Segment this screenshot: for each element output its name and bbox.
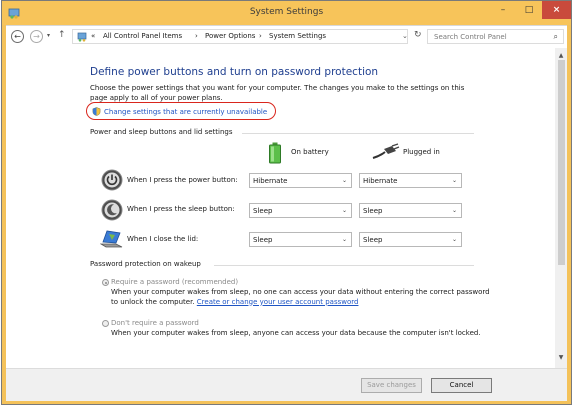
require-password-description: When your computer wakes from sleep, no … xyxy=(111,288,491,307)
footer-bar: Save changes Cancel xyxy=(6,368,567,401)
page-description: Choose the power settings that you want … xyxy=(90,84,465,102)
select-value: Hibernate xyxy=(363,177,398,185)
chevron-down-icon: ⌄ xyxy=(341,207,347,214)
sleep-button-battery-select[interactable]: Sleep ⌄ xyxy=(249,203,352,218)
no-password-radio[interactable] xyxy=(102,320,109,327)
no-password-label[interactable]: Don't require a password xyxy=(111,319,199,327)
chevron-down-icon: ⌄ xyxy=(341,236,347,243)
chevron-down-icon: ⌄ xyxy=(451,207,457,214)
close-lid-battery-select[interactable]: Sleep ⌄ xyxy=(249,232,352,247)
chevron-down-icon: ⌄ xyxy=(451,177,457,184)
chevron-down-icon: ⌄ xyxy=(451,236,457,243)
window-title: System Settings xyxy=(249,7,324,17)
scroll-up-icon[interactable]: ▲ xyxy=(555,52,567,59)
close-lid-plugged-select[interactable]: Sleep ⌄ xyxy=(359,232,462,247)
select-value: Sleep xyxy=(253,207,273,215)
on-battery-header: On battery xyxy=(291,148,329,156)
require-password-label[interactable]: Require a password (recommended) xyxy=(111,278,238,286)
content-pane: Define power buttons and turn on passwor… xyxy=(6,48,567,368)
up-arrow-icon[interactable]: ↑ xyxy=(58,30,66,40)
breadcrumb-separator[interactable]: › xyxy=(195,32,198,40)
sleep-button-label: When I press the sleep button: xyxy=(127,205,235,213)
create-password-link[interactable]: Create or change your user account passw… xyxy=(197,298,359,306)
chevron-down-icon[interactable]: ⌄ xyxy=(402,32,408,40)
vertical-scrollbar[interactable]: ▲ ▼ xyxy=(555,48,567,368)
battery-icon xyxy=(269,142,281,164)
chevron-down-icon: ⌄ xyxy=(341,177,347,184)
maximize-button[interactable]: □ xyxy=(516,1,542,19)
power-plug-icon xyxy=(372,143,400,159)
forward-button[interactable]: → xyxy=(30,30,43,43)
search-icon[interactable]: ⌕ xyxy=(554,32,558,42)
system-settings-window: System Settings – □ × ← → ▾ ↑ « All Cont… xyxy=(1,0,572,405)
address-bar[interactable]: « All Control Panel Items › Power Option… xyxy=(72,29,408,44)
title-bar[interactable]: System Settings – □ × xyxy=(2,1,571,25)
divider xyxy=(214,265,474,266)
power-button-plugged-select[interactable]: Hibernate ⌄ xyxy=(359,173,462,188)
power-button-battery-select[interactable]: Hibernate ⌄ xyxy=(249,173,352,188)
select-value: Hibernate xyxy=(253,177,288,185)
cancel-button[interactable]: Cancel xyxy=(431,378,492,393)
sleep-button-plugged-select[interactable]: Sleep ⌄ xyxy=(359,203,462,218)
breadcrumb-power-options[interactable]: Power Options xyxy=(205,32,255,40)
select-value: Sleep xyxy=(253,236,273,244)
navigation-bar: ← → ▾ ↑ « All Control Panel Items › Powe… xyxy=(6,25,567,49)
search-input[interactable]: Search Control Panel xyxy=(434,33,507,41)
refresh-icon[interactable]: ↻ xyxy=(414,30,422,40)
no-password-description: When your computer wakes from sleep, any… xyxy=(111,329,481,337)
recent-locations-icon[interactable]: ▾ xyxy=(47,32,50,39)
select-value: Sleep xyxy=(363,207,383,215)
minimize-button[interactable]: – xyxy=(490,1,516,19)
control-panel-icon xyxy=(77,32,87,42)
plugged-in-header: Plugged in xyxy=(403,148,440,156)
laptop-lid-icon xyxy=(100,230,123,248)
divider xyxy=(242,133,474,134)
select-value: Sleep xyxy=(363,236,383,244)
breadcrumb-system-settings[interactable]: System Settings xyxy=(269,32,326,40)
breadcrumb-overflow[interactable]: « xyxy=(91,32,95,40)
scrollbar-thumb[interactable] xyxy=(558,60,565,265)
close-lid-label: When I close the lid: xyxy=(127,235,199,243)
scroll-down-icon[interactable]: ▼ xyxy=(555,354,567,361)
page-title: Define power buttons and turn on passwor… xyxy=(90,66,379,78)
sleep-button-icon xyxy=(101,199,123,221)
highlight-oval xyxy=(86,102,276,120)
password-section-title: Password protection on wakeup xyxy=(90,260,201,268)
power-section-title: Power and sleep buttons and lid settings xyxy=(90,128,233,136)
back-button[interactable]: ← xyxy=(11,30,24,43)
breadcrumb-all-control-panel-items[interactable]: All Control Panel Items xyxy=(103,32,182,40)
power-button-icon xyxy=(101,169,123,191)
close-button[interactable]: × xyxy=(542,1,571,19)
power-button-label: When I press the power button: xyxy=(127,176,238,184)
radio-selected-dot xyxy=(104,281,107,284)
breadcrumb-separator[interactable]: › xyxy=(259,32,262,40)
search-box[interactable]: Search Control Panel ⌕ xyxy=(427,29,564,44)
require-password-radio[interactable] xyxy=(102,279,109,286)
save-changes-button[interactable]: Save changes xyxy=(361,378,422,393)
